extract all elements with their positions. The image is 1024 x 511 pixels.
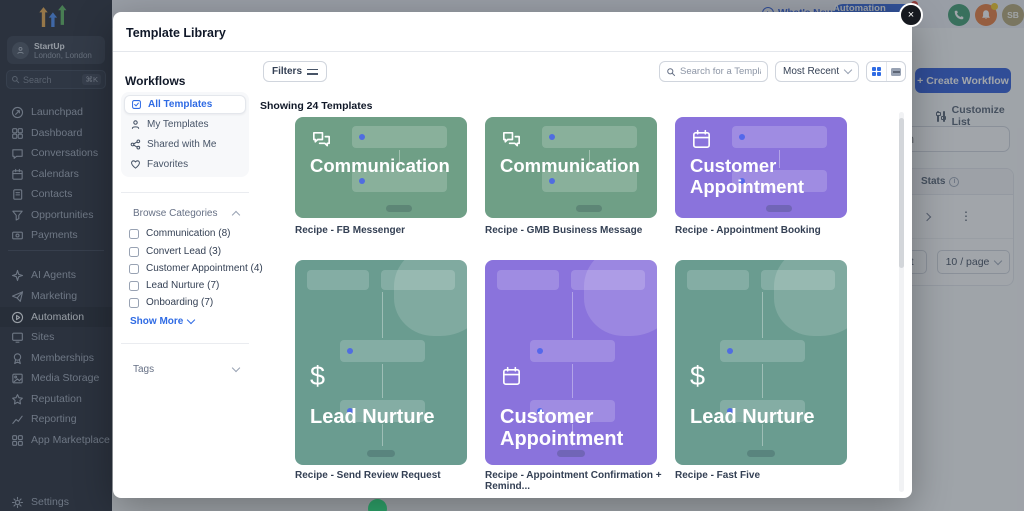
card-category: Communication	[500, 155, 640, 176]
card-category: Lead Nurture	[690, 406, 815, 428]
template-card[interactable]: Communication	[485, 117, 657, 218]
checkbox-icon[interactable]	[129, 263, 139, 274]
chevron-down-icon	[231, 363, 241, 373]
grid-view-button[interactable]	[867, 62, 886, 81]
nav-shared-with-me[interactable]: Shared with Me	[124, 135, 246, 154]
card-title: Recipe - Appointment Confirmation + Remi…	[485, 470, 662, 492]
template-nav: All Templates My Templates Shared with M…	[121, 92, 249, 177]
category-label: Convert Lead (3)	[146, 246, 222, 257]
workflow-preview	[542, 126, 637, 148]
nav-my-templates[interactable]: My Templates	[124, 115, 246, 134]
card-category: Customer Appointment	[690, 155, 805, 197]
tags-label: Tags	[133, 364, 155, 375]
template-card[interactable]: $ Lead Nurture	[675, 260, 847, 465]
share-icon	[130, 139, 141, 150]
checkbox-checked-icon	[132, 100, 141, 109]
divider	[121, 192, 249, 193]
workflow-preview	[732, 126, 827, 148]
divider	[121, 343, 249, 344]
card-category: Lead Nurture	[310, 406, 435, 428]
browse-categories-label: Browse Categories	[133, 208, 218, 219]
category-checkbox-convert-lead[interactable]: Convert Lead (3)	[129, 245, 221, 258]
calendar-icon	[690, 128, 713, 156]
chevron-down-icon	[187, 315, 196, 325]
view-toggle-group	[866, 61, 906, 82]
nav-item-label: My Templates	[147, 119, 209, 130]
search-icon	[667, 67, 676, 76]
scrollbar[interactable]	[899, 112, 904, 492]
filters-label: Filters	[272, 66, 303, 77]
category-checkbox-onboarding[interactable]: Onboarding (7)	[129, 296, 213, 309]
help-widget-button[interactable]	[368, 499, 387, 511]
category-label: Lead Nurture (7)	[146, 280, 220, 291]
template-card[interactable]: Customer Appointment	[485, 260, 657, 465]
template-card[interactable]: Customer Appointment	[675, 117, 847, 218]
close-button[interactable]: ×	[899, 3, 923, 27]
section-title: Workflows	[125, 74, 186, 88]
show-more-label: Show More	[130, 316, 184, 327]
nav-item-label: Favorites	[147, 159, 189, 170]
category-label: Onboarding (7)	[146, 297, 214, 308]
filter-sliders-icon	[307, 67, 319, 76]
card-title: Recipe - Appointment Booking	[675, 225, 821, 236]
chat-icon	[500, 128, 523, 156]
grid-view-icon	[872, 67, 881, 76]
workflow-preview	[307, 270, 369, 290]
checkbox-icon[interactable]	[129, 228, 139, 239]
sort-value: Most Recent	[783, 66, 840, 77]
nav-favorites[interactable]: Favorites	[124, 155, 246, 174]
checkbox-icon[interactable]	[129, 246, 139, 257]
modal-title: Template Library	[126, 26, 226, 40]
card-category: Communication	[310, 155, 450, 176]
scrollbar-thumb[interactable]	[899, 118, 904, 268]
card-title: Recipe - Send Review Request	[295, 470, 441, 481]
category-checkbox-communication[interactable]: Communication (8)	[129, 227, 230, 240]
template-search-input[interactable]	[680, 66, 761, 77]
tags-section-header[interactable]: Tags	[133, 363, 241, 375]
chevron-down-icon	[843, 65, 853, 75]
list-view-button[interactable]	[886, 62, 905, 81]
nav-item-label: All Templates	[148, 99, 213, 110]
template-search[interactable]	[659, 61, 768, 82]
workflow-preview	[352, 126, 447, 148]
list-view-icon	[891, 67, 901, 76]
card-category: Customer Appointment	[500, 406, 624, 450]
category-label: Customer Appointment (4)	[146, 263, 263, 274]
user-icon	[131, 120, 140, 129]
results-count: Showing 24 Templates	[260, 100, 373, 112]
template-library-modal: Template Library × Workflows All Templat…	[113, 3, 923, 498]
dollar-icon: $	[690, 361, 706, 391]
filters-button[interactable]: Filters	[263, 61, 328, 82]
heart-icon	[131, 160, 140, 169]
sort-select[interactable]: Most Recent	[775, 61, 859, 82]
template-card[interactable]: Communication	[295, 117, 467, 218]
category-label: Communication (8)	[146, 228, 231, 239]
checkbox-icon[interactable]	[129, 297, 139, 308]
workflow-preview	[687, 270, 749, 290]
modal-header: Template Library	[113, 12, 912, 52]
checkbox-icon[interactable]	[129, 280, 139, 291]
dollar-icon: $	[310, 361, 326, 391]
category-checkbox-customer-appointment[interactable]: Customer Appointment (4)	[129, 262, 263, 275]
chevron-up-icon	[231, 210, 241, 220]
category-checkbox-lead-nurture[interactable]: Lead Nurture (7)	[129, 279, 219, 292]
calendar-icon	[500, 365, 523, 393]
card-title: Recipe - Fast Five	[675, 470, 761, 481]
app-root: StartUp London, London ⌘K Launchpad Dash…	[0, 0, 1024, 511]
chat-icon	[310, 128, 333, 156]
template-card[interactable]: $ Lead Nurture	[295, 260, 467, 465]
nav-item-label: Shared with Me	[147, 139, 217, 150]
browse-categories-header[interactable]: Browse Categories	[133, 208, 241, 220]
card-title: Recipe - FB Messenger	[295, 225, 406, 236]
workflow-preview	[497, 270, 559, 290]
close-icon: ×	[907, 9, 915, 21]
show-more-button[interactable]: Show More	[130, 315, 196, 327]
card-title: Recipe - GMB Business Message	[485, 225, 643, 236]
nav-all-templates[interactable]: All Templates	[124, 95, 246, 114]
